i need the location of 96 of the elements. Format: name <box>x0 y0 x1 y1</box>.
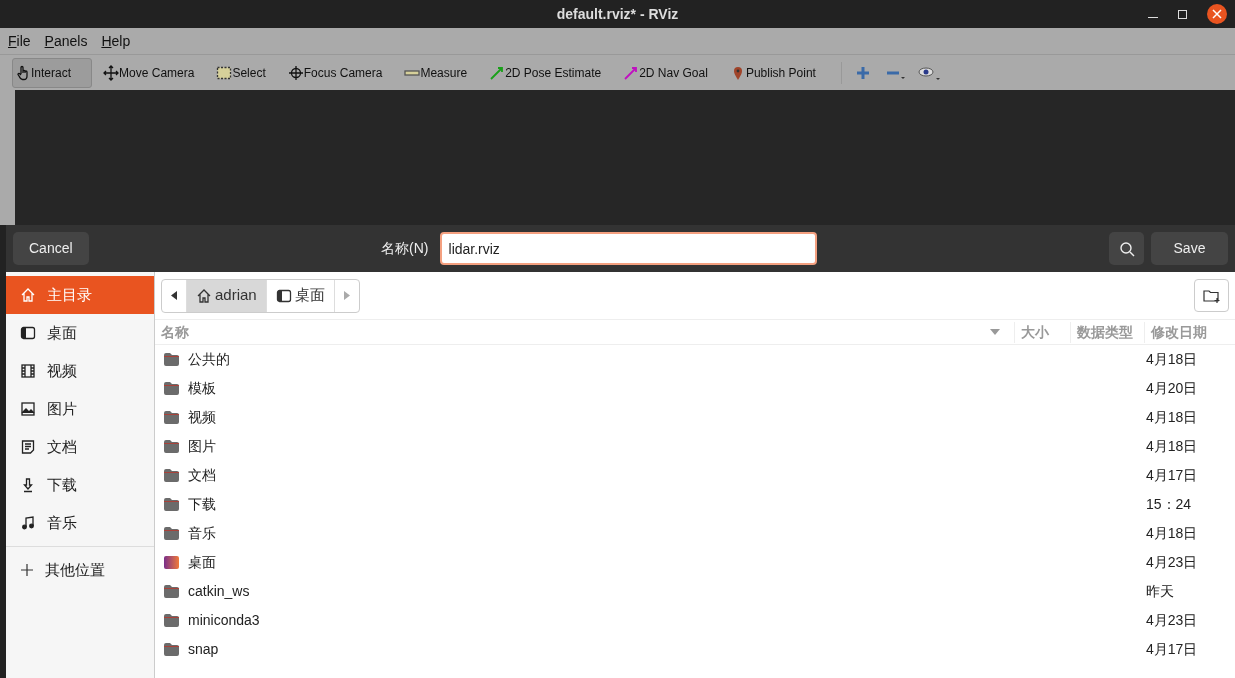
folder-icon <box>163 381 180 396</box>
folder-icon <box>163 497 180 512</box>
desktop-icon <box>20 325 36 341</box>
file-name: 下载 <box>188 495 216 514</box>
sidebar-item[interactable]: 桌面 <box>6 314 154 352</box>
selection-rect-icon <box>216 64 233 81</box>
sidebar-item[interactable]: 下载 <box>6 466 154 504</box>
file-row[interactable]: 公共的 4月18日 <box>155 345 1235 374</box>
filename-field[interactable]: lidar.rviz <box>439 232 817 265</box>
tool-button[interactable]: 2D Nav Goal <box>620 57 719 88</box>
folder-icon <box>163 468 180 483</box>
download-icon <box>20 477 36 493</box>
file-row[interactable]: 文档 4月17日 <box>155 461 1235 490</box>
modified-date: 4月18日 <box>1146 408 1198 427</box>
file-name: 公共的 <box>188 350 230 369</box>
menu-item[interactable]: Panels <box>44 30 88 52</box>
modified-date: 4月18日 <box>1146 524 1198 543</box>
desktop-icon <box>275 287 292 304</box>
hand-pointer-icon <box>15 64 31 81</box>
right-triangle-icon <box>343 291 350 300</box>
sort-caret-icon[interactable] <box>990 329 1000 335</box>
document-icon <box>20 439 36 455</box>
folder-icon <box>163 410 180 425</box>
file-name: miniconda3 <box>188 611 260 630</box>
tool-button[interactable]: Measure <box>401 57 479 88</box>
home-icon <box>20 287 36 303</box>
modified-date: 4月18日 <box>1146 350 1198 369</box>
home-icon <box>196 287 212 304</box>
file-row[interactable]: 下载 15：24 <box>155 490 1235 519</box>
menu-item[interactable]: Help <box>101 30 131 52</box>
file-row[interactable]: 图片 4月18日 <box>155 432 1235 461</box>
folder-icon <box>163 613 180 628</box>
search-button[interactable] <box>1109 232 1144 265</box>
folder-icon <box>163 584 180 599</box>
folder-icon <box>163 439 180 454</box>
file-name: 音乐 <box>188 524 216 543</box>
modified-date: 15：24 <box>1146 495 1192 514</box>
new-folder-icon <box>1202 287 1221 304</box>
sidebar-item[interactable]: 视频 <box>6 352 154 390</box>
cancel-button[interactable]: Cancel <box>13 232 89 265</box>
folder-icon <box>163 642 180 657</box>
file-row[interactable]: 音乐 4月18日 <box>155 519 1235 548</box>
minimize-icon[interactable] <box>1148 16 1158 18</box>
file-row[interactable]: 模板 4月20日 <box>155 374 1235 403</box>
sidebar-item[interactable]: 音乐 <box>6 504 154 542</box>
tool-button[interactable]: Publish Point <box>726 57 827 88</box>
modified-date: 4月17日 <box>1146 466 1198 485</box>
file-name: 桌面 <box>188 553 216 572</box>
window-title: default.rviz* - RViz <box>556 4 679 24</box>
eye-icon[interactable] <box>917 64 942 81</box>
path-button[interactable]: adrian <box>187 279 267 312</box>
sidebar-item[interactable]: 文档 <box>6 428 154 466</box>
folder-icon <box>163 352 180 367</box>
name-label: 名称(N) <box>381 239 429 258</box>
tool-button[interactable]: Move Camera <box>100 57 206 88</box>
modified-date: 4月18日 <box>1146 437 1198 456</box>
desktop-folder-icon <box>163 555 180 570</box>
move-arrows-icon <box>103 64 120 81</box>
file-row[interactable]: miniconda3 4月23日 <box>155 606 1235 635</box>
file-name: snap <box>188 640 219 659</box>
plus-icon <box>20 563 34 577</box>
file-name: 文档 <box>188 466 216 485</box>
file-name: 视频 <box>188 408 216 427</box>
file-row[interactable]: 桌面 4月23日 <box>155 548 1235 577</box>
file-name: 模板 <box>188 379 216 398</box>
sidebar-item[interactable]: 主目录 <box>6 276 154 314</box>
tool-button[interactable]: Focus Camera <box>284 57 394 88</box>
crosshair-icon <box>287 64 304 81</box>
folder-icon <box>163 526 180 541</box>
image-icon <box>20 401 36 417</box>
file-name: 图片 <box>188 437 216 456</box>
modified-date: 4月20日 <box>1146 379 1198 398</box>
modified-date: 4月23日 <box>1146 553 1198 572</box>
file-row[interactable]: snap 4月17日 <box>155 635 1235 664</box>
sidebar-item[interactable]: 图片 <box>6 390 154 428</box>
save-button[interactable]: Save <box>1151 232 1228 265</box>
tool-button[interactable]: Interact <box>12 57 93 88</box>
left-triangle-icon <box>171 291 177 300</box>
modified-date: 4月23日 <box>1146 611 1198 630</box>
modified-date: 昨天 <box>1146 582 1174 601</box>
search-icon <box>1118 240 1135 257</box>
file-name: catkin_ws <box>188 582 250 601</box>
modified-date: 4月17日 <box>1146 640 1198 659</box>
tool-button[interactable]: Select <box>213 57 277 88</box>
close-icon[interactable] <box>1207 4 1227 24</box>
maximize-icon[interactable] <box>1178 9 1187 19</box>
arrow-icon <box>623 64 640 81</box>
menu-item[interactable]: File <box>8 30 31 52</box>
file-row[interactable]: catkin_ws 昨天 <box>155 577 1235 606</box>
pose-arrow-icon <box>489 64 506 81</box>
file-row[interactable]: 视频 4月18日 <box>155 403 1235 432</box>
new-folder-button[interactable] <box>1194 279 1229 312</box>
sidebar-item[interactable]: 其他位置 <box>6 551 154 589</box>
music-note-icon <box>20 515 36 531</box>
film-icon <box>20 363 36 379</box>
tool-button[interactable]: 2D Pose Estimate <box>486 57 613 88</box>
